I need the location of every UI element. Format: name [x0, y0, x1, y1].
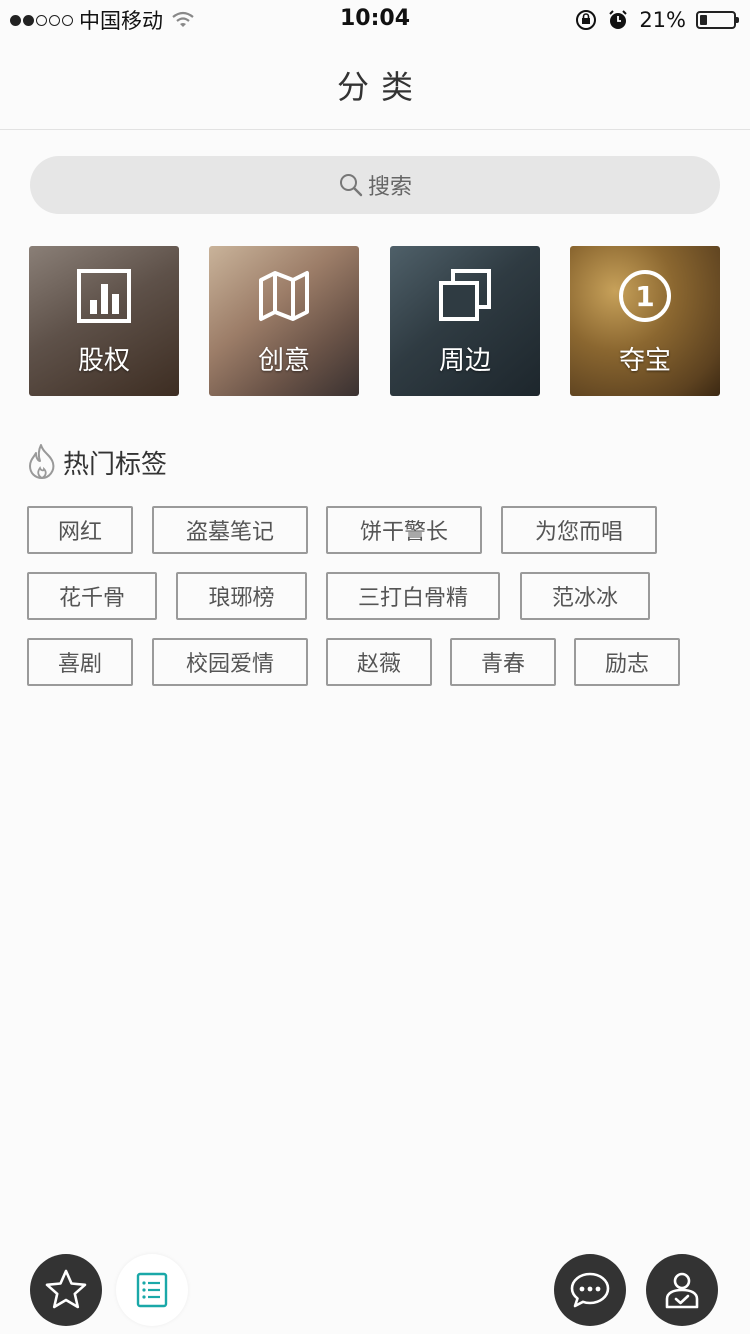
hot-tags-header: 热门标签: [27, 442, 167, 482]
list-icon: [136, 1272, 168, 1308]
tag-button[interactable]: 喜剧: [27, 638, 133, 686]
messages-button[interactable]: [554, 1254, 626, 1326]
tag-button[interactable]: 琅琊榜: [176, 572, 307, 620]
hot-tags-title: 热门标签: [63, 449, 168, 480]
fire-icon: [29, 444, 55, 480]
copy-icon: [439, 269, 491, 321]
category-lottery[interactable]: 1 夺宝: [570, 246, 720, 396]
rotation-lock-icon: [576, 10, 597, 30]
search-bar[interactable]: 搜索: [30, 156, 720, 214]
tag-button[interactable]: 为您而唱: [501, 506, 657, 554]
tag-button[interactable]: 饼干警长: [326, 506, 482, 554]
battery-level: [700, 15, 707, 25]
tag-button[interactable]: 盗墓笔记: [152, 506, 308, 554]
number-one-text: 1: [635, 280, 654, 313]
chat-bubble-icon: [570, 1272, 610, 1308]
tag-button[interactable]: 校园爱情: [152, 638, 308, 686]
category-equity[interactable]: 股权: [29, 246, 179, 396]
search-icon: [339, 174, 363, 197]
alarm-icon: [609, 10, 628, 29]
favorites-button[interactable]: [30, 1254, 102, 1326]
map-icon: [259, 271, 309, 321]
category-grid: 股权 创意 周边 1 夺宝: [29, 246, 721, 396]
search-placeholder: 搜索: [367, 175, 412, 200]
tag-button[interactable]: 赵薇: [326, 638, 432, 686]
star-icon: [45, 1269, 87, 1309]
tag-button[interactable]: 网红: [27, 506, 133, 554]
category-creative[interactable]: 创意: [209, 246, 359, 396]
tag-button[interactable]: 励志: [574, 638, 680, 686]
page-title: 分类: [336, 67, 425, 106]
status-bar: 中国移动 10:04 21%: [0, 0, 750, 40]
nav-bar: 分类: [0, 40, 750, 130]
bar-chart-icon: [77, 269, 131, 323]
category-label: 创意: [257, 346, 310, 376]
battery-percentage: 21%: [639, 8, 686, 32]
tag-button[interactable]: 青春: [450, 638, 556, 686]
tag-button[interactable]: 范冰冰: [520, 572, 650, 620]
category-merch[interactable]: 周边: [390, 246, 540, 396]
category-label: 夺宝: [618, 346, 671, 376]
status-right: 21%: [575, 6, 739, 34]
category-label: 周边: [438, 346, 491, 376]
user-check-icon: [665, 1272, 699, 1309]
tag-button[interactable]: 三打白骨精: [326, 572, 500, 620]
category-label: 股权: [77, 346, 130, 376]
battery-icon: [696, 11, 739, 29]
list-button[interactable]: [116, 1254, 188, 1326]
tag-button[interactable]: 花千骨: [27, 572, 157, 620]
profile-button[interactable]: [646, 1254, 718, 1326]
number-one-icon: 1: [619, 270, 671, 322]
